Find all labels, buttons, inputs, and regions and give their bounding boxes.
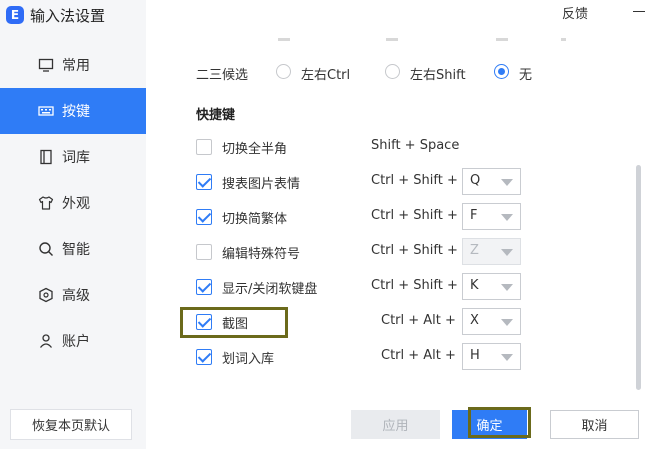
shortcut-key-select[interactable]: F xyxy=(462,203,521,230)
apply-button: 应用 xyxy=(351,410,440,439)
monitor-icon xyxy=(38,57,54,73)
shortcut-key-value: Z xyxy=(470,243,479,258)
sidebar-item-account[interactable]: 账户 xyxy=(0,318,146,364)
app-logo-icon: E xyxy=(6,6,24,24)
shortcut-checkbox[interactable] xyxy=(196,244,212,260)
settings-content: 二三候选 左右Ctrl 左右Shift 无 快捷键 切换全半角 Shift + … xyxy=(146,0,649,449)
radio-left-right-shift[interactable] xyxy=(385,64,400,79)
shortcut-checkbox[interactable] xyxy=(196,174,212,190)
sidebar-item-common[interactable]: 常用 xyxy=(0,42,146,88)
radio-label-ctrl: 左右Ctrl xyxy=(301,68,351,83)
chevron-down-icon xyxy=(501,179,513,186)
shortcut-combo: Ctrl + Shift + xyxy=(371,278,458,293)
shortcut-checkbox[interactable] xyxy=(196,139,212,155)
shortcut-key-select[interactable]: X xyxy=(462,308,521,335)
shortcut-label: 切换简繁体 xyxy=(222,212,288,227)
shortcut-row-simplified-traditional: 切换简繁体 Ctrl + Shift + F xyxy=(146,202,649,232)
sidebar-item-smart[interactable]: 智能 xyxy=(0,226,146,272)
shortcut-key-select[interactable]: H xyxy=(462,343,521,370)
radio-label-shift: 左右Shift xyxy=(410,68,466,83)
shortcut-label: 显示/关闭软键盘 xyxy=(222,282,318,297)
shortcut-combo: Ctrl + Alt + xyxy=(381,348,456,363)
chevron-down-icon xyxy=(501,284,513,291)
app-title: E 输入法设置 xyxy=(6,4,105,26)
radio-label-none: 无 xyxy=(519,68,533,83)
chevron-down-icon xyxy=(501,354,513,361)
sidebar-item-label: 智能 xyxy=(62,242,90,258)
sidebar-item-appearance[interactable]: 外观 xyxy=(0,180,146,226)
shortcut-key-value: Q xyxy=(470,173,481,188)
shortcut-label: 划词入库 xyxy=(222,352,275,367)
sidebar: E 输入法设置 常用 按键 词库 外观 智能 高级 账户 恢复本页默认 xyxy=(0,0,146,449)
sidebar-item-dictionary[interactable]: 词库 xyxy=(0,134,146,180)
shirt-icon xyxy=(38,195,54,211)
shortcut-row-soft-keyboard: 显示/关闭软键盘 Ctrl + Shift + K xyxy=(146,272,649,302)
shortcut-combo: Ctrl + Shift + xyxy=(371,173,458,188)
shortcut-key-select[interactable]: K xyxy=(462,273,521,300)
sidebar-item-label: 账户 xyxy=(62,334,90,350)
search-icon xyxy=(38,241,54,257)
sidebar-item-advanced[interactable]: 高级 xyxy=(0,272,146,318)
window-title: 输入法设置 xyxy=(30,6,106,25)
shortcut-row-word-import: 划词入库 Ctrl + Alt + H xyxy=(146,342,649,372)
book-icon xyxy=(38,149,54,165)
shortcut-combo: Ctrl + Alt + xyxy=(381,313,456,328)
shortcut-key-value: F xyxy=(470,208,478,223)
shortcut-combo: Ctrl + Shift + xyxy=(371,208,458,223)
shortcut-combo: Ctrl + Shift + xyxy=(371,243,458,258)
shortcut-key-value: K xyxy=(470,278,479,293)
sidebar-item-label: 词库 xyxy=(62,150,90,166)
shortcut-row-image-search: 搜表图片表情 Ctrl + Shift + Q xyxy=(146,167,649,197)
sidebar-item-label: 高级 xyxy=(62,288,90,304)
shortcut-row-fullwidth: 切换全半角 Shift + Space xyxy=(146,132,649,162)
chevron-down-icon xyxy=(501,319,513,326)
shortcut-checkbox[interactable] xyxy=(196,209,212,225)
sidebar-item-label: 外观 xyxy=(62,196,90,212)
sidebar-item-keys[interactable]: 按键 xyxy=(0,88,146,134)
restore-defaults-button[interactable]: 恢复本页默认 xyxy=(10,409,132,440)
shortcut-key-select: Z xyxy=(462,238,521,265)
shortcut-key-value: H xyxy=(470,348,480,363)
shortcut-label: 切换全半角 xyxy=(222,142,288,157)
shortcut-checkbox[interactable] xyxy=(196,349,212,365)
shortcut-key-select[interactable]: Q xyxy=(462,168,521,195)
vertical-scrollbar[interactable] xyxy=(636,165,641,390)
sidebar-item-label: 按键 xyxy=(62,104,90,120)
shortcut-key-value: X xyxy=(470,313,479,328)
shortcut-row-special-symbols: 编辑特殊符号 Ctrl + Shift + Z xyxy=(146,237,649,267)
keyboard-icon xyxy=(38,103,54,119)
shortcut-label: 编辑特殊符号 xyxy=(222,247,301,262)
candidate-label: 二三候选 xyxy=(196,68,249,83)
radio-left-right-ctrl[interactable] xyxy=(276,64,291,79)
chevron-down-icon xyxy=(501,249,513,256)
shortcut-checkbox[interactable] xyxy=(196,279,212,295)
scrolled-content-edge xyxy=(146,38,649,42)
radio-none[interactable] xyxy=(494,64,509,79)
shortcut-label: 搜表图片表情 xyxy=(222,177,301,192)
shield-icon xyxy=(38,287,54,303)
sidebar-nav: 常用 按键 词库 外观 智能 高级 账户 xyxy=(0,42,146,364)
user-icon xyxy=(38,333,54,349)
sidebar-item-label: 常用 xyxy=(62,58,90,74)
chevron-down-icon xyxy=(501,214,513,221)
screenshot-highlight-box xyxy=(180,307,288,338)
shortcuts-section-title: 快捷键 xyxy=(196,108,236,123)
cancel-button[interactable]: 取消 xyxy=(550,410,639,439)
ok-highlight-box xyxy=(468,407,531,438)
shortcut-combo: Shift + Space xyxy=(371,138,460,153)
